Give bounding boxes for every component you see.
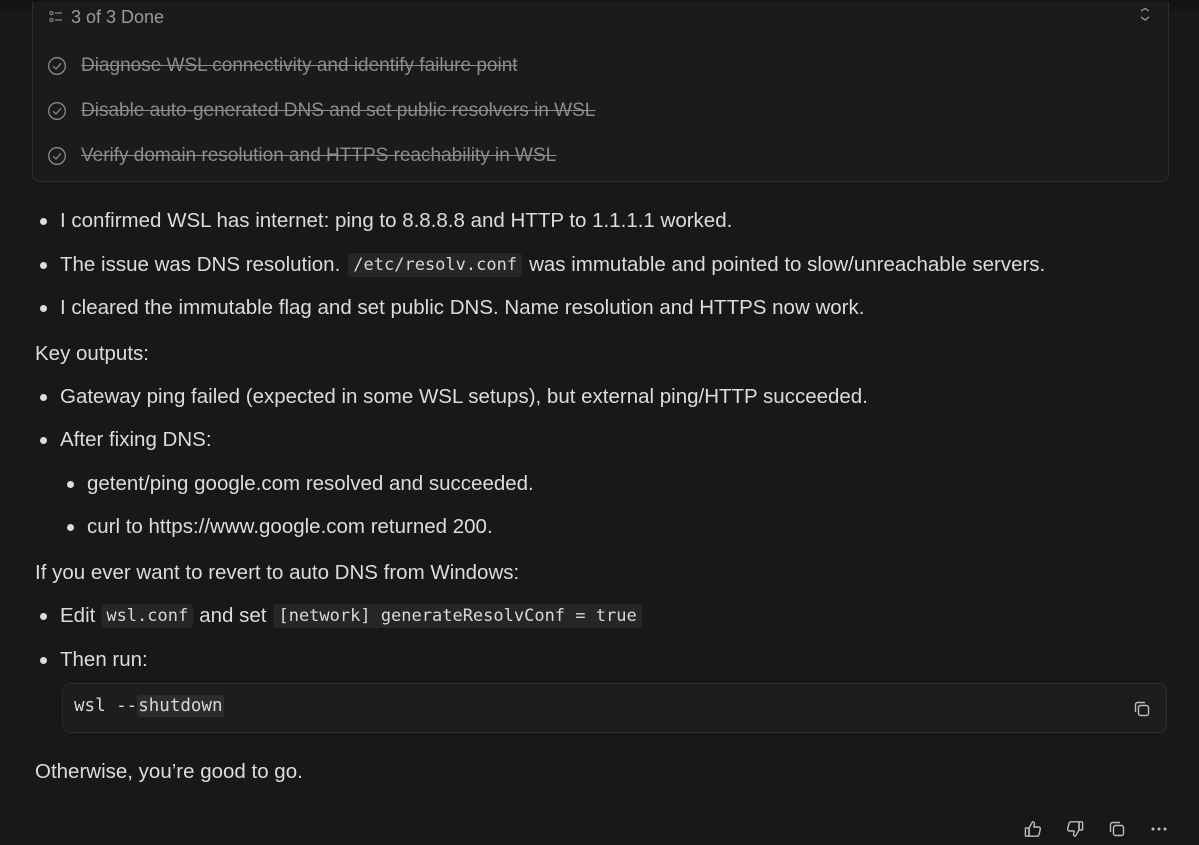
- thumbs-down-icon: [1066, 821, 1084, 837]
- thumbs-up-button[interactable]: [1022, 818, 1044, 840]
- bullet-dot: [40, 261, 47, 269]
- list-item: getent/ping google.com resolved and succ…: [67, 472, 534, 496]
- bullet-text: I cleared the immutable flag and set pub…: [60, 296, 865, 319]
- check-circle-icon: [48, 57, 66, 75]
- todo-header[interactable]: 3 of 3 Done: [49, 6, 164, 28]
- closing-text: Otherwise, you’re good to go.: [35, 760, 303, 783]
- more-options-button[interactable]: [1148, 818, 1170, 840]
- bullet-dot: [40, 656, 47, 664]
- thumbs-up-icon: [1024, 821, 1042, 837]
- bullet-text: I confirmed WSL has internet: ping to 8.…: [60, 209, 733, 232]
- todo-item: Verify domain resolution and HTTPS reach…: [47, 144, 556, 168]
- todo-card: 3 of 3 Done Diagnose WSL connectivity an…: [32, 2, 1169, 182]
- bullet-dot: [40, 304, 47, 312]
- bullet-dot: [40, 436, 47, 444]
- check-circle-icon: [48, 102, 66, 120]
- list-item: I confirmed WSL has internet: ping to 8.…: [40, 209, 732, 233]
- list-item: Edit wsl.conf and set [network] generate…: [40, 604, 645, 628]
- list-item: Then run:: [40, 648, 148, 672]
- todo-item: Disable auto-generated DNS and set publi…: [47, 99, 595, 123]
- bullet-dot: [40, 217, 47, 225]
- bullet-dot: [40, 393, 47, 401]
- list-item: After fixing DNS:: [40, 428, 212, 452]
- bullet-text: After fixing DNS:: [60, 428, 212, 451]
- code-prefix: wsl --: [74, 696, 138, 716]
- list-item: The issue was DNS resolution. /etc/resol…: [40, 253, 1045, 277]
- copy-message-button[interactable]: [1106, 818, 1128, 840]
- bullet-dot: [67, 523, 74, 531]
- more-icon: [1151, 827, 1167, 831]
- code-highlight: shutdown: [137, 695, 224, 717]
- code-text[interactable]: wsl --shutdown: [74, 695, 224, 717]
- revert-label: If you ever want to revert to auto DNS f…: [35, 561, 520, 584]
- copy-icon: [1109, 821, 1125, 837]
- todo-summary: 3 of 3 Done: [71, 6, 165, 27]
- todo-item-label: Diagnose WSL connectivity and identify f…: [81, 55, 518, 76]
- code-block: wsl --shutdown: [62, 683, 1167, 733]
- chevron-collapse-icon[interactable]: [1138, 8, 1152, 22]
- todo-item: Diagnose WSL connectivity and identify f…: [47, 54, 518, 78]
- bullet-text: and set: [199, 604, 267, 627]
- inline-code: [network] generateResolvConf = true: [273, 604, 642, 628]
- inline-code: wsl.conf: [101, 604, 194, 628]
- key-outputs-label: Key outputs:: [35, 342, 149, 365]
- bullet-text: curl to https://www.google.com returned …: [87, 515, 493, 538]
- bullet-dot: [40, 612, 47, 620]
- inline-code: /etc/resolv.conf: [348, 253, 523, 277]
- copy-icon[interactable]: [1132, 699, 1152, 719]
- list-item: curl to https://www.google.com returned …: [67, 515, 493, 539]
- list-item: Gateway ping failed (expected in some WS…: [40, 385, 868, 409]
- bullet-dot: [67, 480, 74, 488]
- bullet-text: The issue was DNS resolution.: [60, 253, 341, 276]
- todo-item-label: Disable auto-generated DNS and set publi…: [81, 100, 596, 121]
- list-icon: [49, 10, 62, 23]
- list-item: I cleared the immutable flag and set pub…: [40, 296, 864, 320]
- message-actions: [1022, 818, 1170, 840]
- bullet-text: Edit: [60, 604, 96, 627]
- check-circle-icon: [48, 147, 66, 165]
- bullet-text: was immutable and pointed to slow/unreac…: [529, 253, 1046, 276]
- thumbs-down-button[interactable]: [1064, 818, 1086, 840]
- bullet-text: Gateway ping failed (expected in some WS…: [60, 385, 868, 408]
- bullet-text: getent/ping google.com resolved and succ…: [87, 472, 534, 495]
- todo-item-label: Verify domain resolution and HTTPS reach…: [81, 145, 557, 166]
- bullet-text: Then run:: [60, 648, 148, 671]
